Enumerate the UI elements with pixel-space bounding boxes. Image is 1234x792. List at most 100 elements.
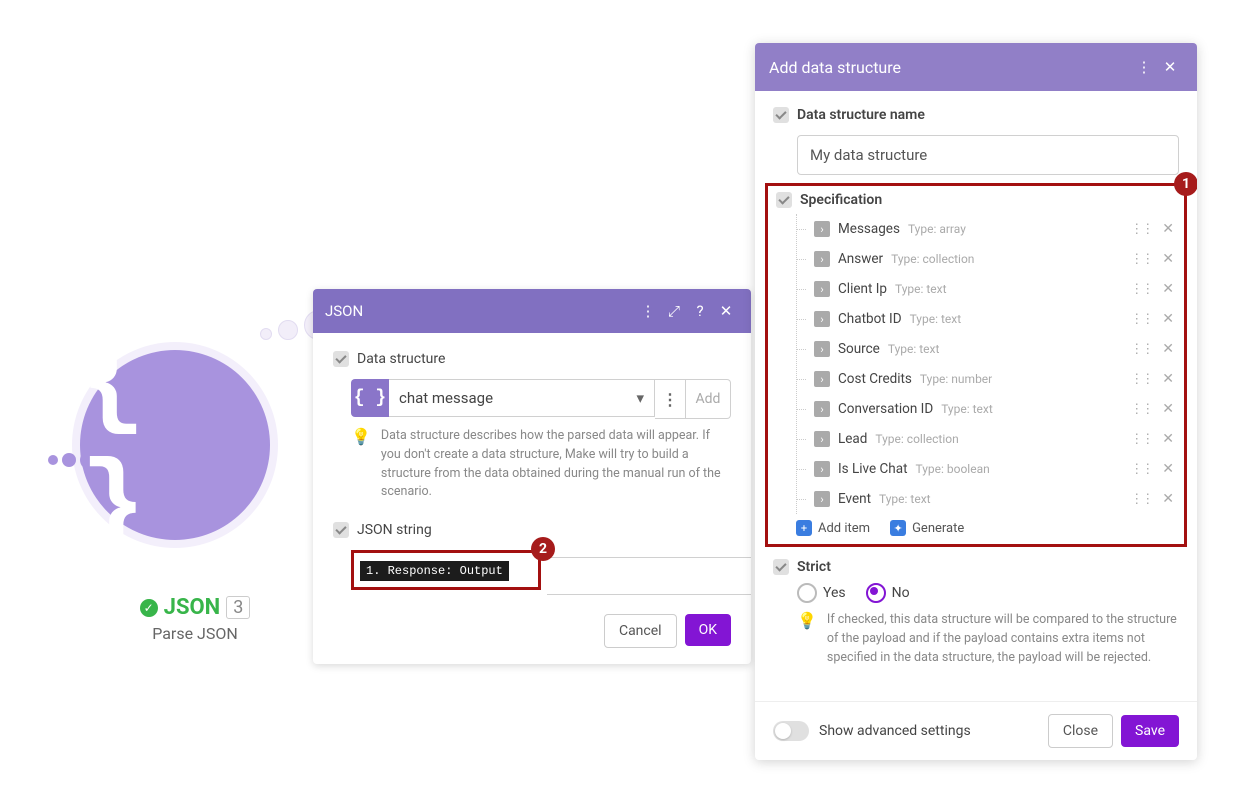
data-structure-label: Data structure [357,351,445,367]
spec-item[interactable]: ›Conversation IDType: text⋮⋮✕ [797,394,1176,424]
remove-icon[interactable]: ✕ [1160,341,1176,357]
data-structure-select[interactable]: chat message ▾ [389,379,655,417]
spec-item-type: Type: text [910,312,962,326]
drag-handle-icon[interactable]: ⋮⋮ [1130,402,1152,417]
chevron-right-icon[interactable]: › [814,251,830,267]
spec-item-type: Type: array [908,222,966,236]
remove-icon[interactable]: ✕ [1160,401,1176,417]
remove-icon[interactable]: ✕ [1160,251,1176,267]
spec-item[interactable]: ›EventType: text⋮⋮✕ [797,484,1176,514]
save-button[interactable]: Save [1121,715,1179,747]
data-structure-check-icon[interactable] [333,351,349,367]
generate-button[interactable]: ✦ Generate [890,520,964,536]
more-icon[interactable]: ⋮ [1131,54,1157,80]
ok-button[interactable]: OK [685,614,731,646]
close-icon[interactable]: ✕ [1157,54,1183,80]
remove-icon[interactable]: ✕ [1160,461,1176,477]
json-node[interactable]: { } [80,350,270,540]
side-panel-header: Add data structure ⋮ ✕ [755,43,1197,91]
check-icon: ✓ [140,599,158,617]
specification-list: ›MessagesType: array⋮⋮✕›AnswerType: coll… [796,214,1176,514]
strict-check-icon[interactable] [773,559,789,575]
spec-item-name: Cost Credits [838,371,912,387]
json-node-circle[interactable]: { } [80,350,270,540]
close-button[interactable]: Close [1048,714,1113,748]
spec-item[interactable]: › Lead Type: collection ⋮⋮ ✕ [797,424,1176,454]
spec-item[interactable]: ›AnswerType: collection⋮⋮✕ [797,244,1176,274]
spec-item-name: Lead [838,431,867,447]
data-structure-name-input[interactable]: My data structure [797,135,1179,175]
drag-handle-icon[interactable]: ⋮⋮ [1130,372,1152,387]
add-item-button[interactable]: + Add item [796,520,870,536]
cancel-button[interactable]: Cancel [604,614,677,648]
help-icon[interactable]: ? [687,298,713,324]
callout-1: 1 [1174,172,1197,196]
spec-item-type: Type: text [879,492,931,506]
expand-icon[interactable]: ⤢ [661,298,687,324]
data-structure-name-label: Data structure name [797,107,925,123]
json-icon: { } [351,379,389,417]
spec-item[interactable]: ›Client IpType: text⋮⋮✕ [797,274,1176,304]
remove-icon[interactable]: ✕ [1160,371,1176,387]
drag-handle-icon[interactable]: ⋮⋮ [1130,312,1152,327]
chevron-right-icon[interactable]: › [814,431,830,447]
json-string-chip[interactable]: 1. Response: Output [360,561,509,581]
node-run-counter[interactable]: 3 [226,596,250,619]
spec-item[interactable]: ›Chatbot IDType: text⋮⋮✕ [797,304,1176,334]
drag-handle-icon[interactable]: ⋮⋮ [1130,282,1152,297]
drag-handle-icon[interactable]: ⋮⋮ [1130,342,1152,357]
json-string-check-icon[interactable] [333,522,349,538]
spec-item[interactable]: › Messages Type: array ⋮⋮ ✕ [797,214,1176,244]
strict-no-radio[interactable]: No [866,583,910,603]
data-structure-value: chat message [399,389,493,407]
drag-handle-icon[interactable]: ⋮⋮ [1130,462,1152,477]
drag-handle-icon[interactable]: ⋮⋮ [1130,252,1152,267]
advanced-toggle[interactable] [773,721,809,741]
chevron-right-icon[interactable]: › [814,221,830,237]
json-string-label: JSON string [357,522,432,538]
drag-handle-icon[interactable]: ⋮⋮ [1130,222,1152,237]
drag-handle-icon[interactable]: ⋮⋮ [1130,432,1152,447]
chevron-right-icon[interactable]: › [814,401,830,417]
spec-item[interactable]: ›SourceType: text⋮⋮✕ [797,334,1176,364]
remove-icon[interactable]: ✕ [1160,221,1176,237]
strict-yes-radio[interactable]: Yes [797,583,846,603]
chevron-right-icon[interactable]: › [814,341,830,357]
close-icon[interactable]: ✕ [713,298,739,324]
advanced-label: Show advanced settings [819,723,971,739]
spec-item[interactable]: › Is Live Chat Type: boolean ⋮⋮ ✕ [797,454,1176,484]
strict-help-text: If checked, this data structure will be … [827,611,1179,667]
spec-item-name: Messages [838,221,900,237]
spec-item-type: Type: collection [875,432,958,446]
node-title: JSON [164,595,221,620]
data-structure-help-text: Data structure describes how the parsed … [381,427,731,502]
callout-2: 2 [531,537,555,561]
spec-item[interactable]: ›Cost CreditsType: number⋮⋮✕ [797,364,1176,394]
data-structure-more-button[interactable]: ⋮ [655,379,686,419]
chevron-right-icon[interactable]: › [814,491,830,507]
node-subtitle: Parse JSON [80,624,310,643]
radio-icon [797,583,817,603]
spec-item-name: Is Live Chat [838,461,907,477]
spec-item-type: Type: text [941,402,993,416]
remove-icon[interactable]: ✕ [1160,491,1176,507]
remove-icon[interactable]: ✕ [1160,311,1176,327]
add-data-structure-panel: Add data structure ⋮ ✕ Data structure na… [755,43,1197,760]
strict-label: Strict [797,559,831,575]
chevron-right-icon[interactable]: › [814,281,830,297]
name-check-icon[interactable] [773,107,789,123]
spec-item-type: Type: boolean [915,462,989,476]
more-icon[interactable]: ⋮ [635,298,661,324]
radio-selected-icon [866,583,886,603]
spec-check-icon[interactable] [776,192,792,208]
spec-item-name: Source [838,341,880,357]
chevron-right-icon[interactable]: › [814,461,830,477]
remove-icon[interactable]: ✕ [1160,431,1176,447]
data-structure-add-button[interactable]: Add [686,379,731,419]
drag-handle-icon[interactable]: ⋮⋮ [1130,492,1152,507]
remove-icon[interactable]: ✕ [1160,281,1176,297]
chevron-right-icon[interactable]: › [814,371,830,387]
chevron-right-icon[interactable]: › [814,311,830,327]
bulb-icon: 💡 [797,611,817,667]
json-string-input[interactable] [547,557,751,595]
